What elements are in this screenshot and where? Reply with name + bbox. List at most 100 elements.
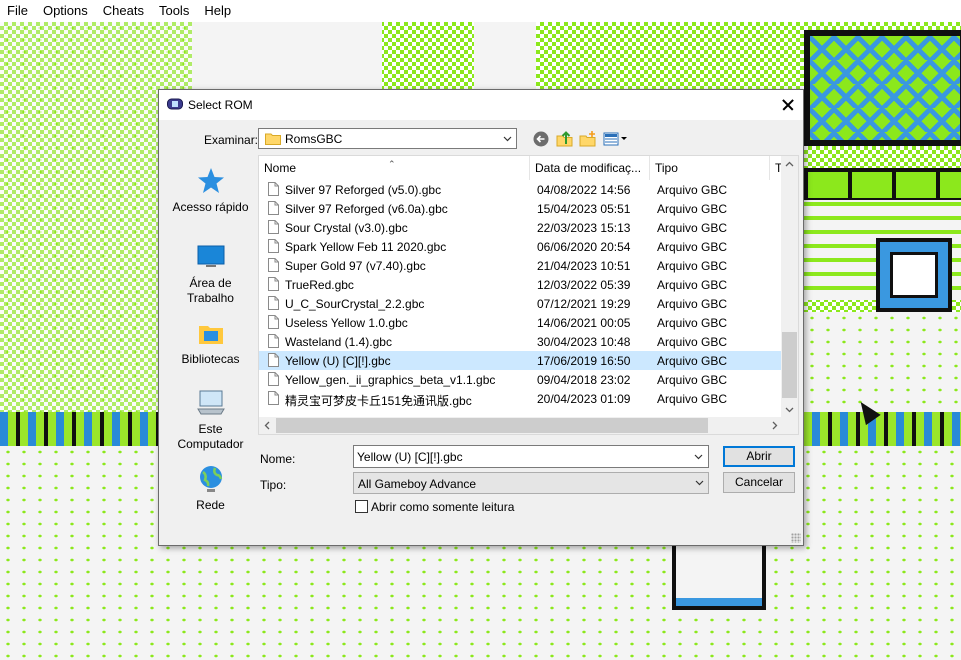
place-desktop[interactable]: Área de Trabalho [167,241,254,306]
file-name-cell: Useless Yellow 1.0.gbc [285,316,408,330]
file-type-value: All Gameboy Advance [358,477,477,491]
menu-options[interactable]: Options [36,0,96,22]
building-roof [804,30,961,146]
file-icon [268,239,279,253]
file-row[interactable]: 精灵宝可梦皮卡丘151免通讯版.gbc 20/04/2023 01:09 Arqui… [259,389,783,408]
read-only-label[interactable]: Abrir como somente leitura [371,500,514,514]
file-icon [268,315,279,329]
place-quick-access[interactable]: Acesso rápido [167,165,254,215]
file-type-cell: Arquivo GBC [657,240,728,254]
file-name-cell: U_C_SourCrystal_2.2.gbc [285,297,425,311]
cancel-button[interactable]: Cancelar [723,472,795,493]
read-only-checkbox[interactable] [355,500,368,513]
horizontal-scroll-thumb[interactable] [276,418,708,433]
path-tile [804,312,961,412]
column-header-label: Nome [264,161,297,175]
file-row[interactable]: U_C_SourCrystal_2.2.gbc 07/12/2021 19:29 A… [259,294,783,313]
computer-icon [196,390,225,415]
scroll-right-icon[interactable] [770,421,779,430]
chevron-down-icon[interactable] [694,452,703,461]
file-type-cell: Arquivo GBC [657,183,728,197]
file-row[interactable]: Super Gold 97 (v7.40).gbc 21/04/2023 10:5… [259,256,783,275]
file-row[interactable]: Wasteland (1.4).gbc 30/04/2023 10:48 Arqui… [259,332,783,351]
column-header-type[interactable]: Tipo [650,156,770,180]
vertical-scrollbar[interactable] [781,156,798,418]
file-name-label: Nome: [260,452,296,466]
open-button[interactable]: Abrir [723,446,795,467]
file-type-cell: Arquivo GBC [657,316,728,330]
back-arrow-icon[interactable] [532,130,552,148]
file-type-cell: Arquivo GBC [657,335,728,349]
chevron-down-icon [695,480,704,486]
file-date-cell: 07/12/2021 19:29 [537,297,631,311]
place-label: Este Computador [177,422,244,451]
file-row[interactable]: Yellow_gen._ii_graphics_beta_v1.1.gbc 09/… [259,370,783,389]
file-icon [268,391,279,405]
file-date-cell: 06/06/2020 20:54 [537,240,631,254]
file-icon [268,372,279,386]
file-date-cell: 12/03/2022 05:39 [537,278,631,292]
file-date-cell: 14/06/2021 00:05 [537,316,631,330]
file-name-cell: Yellow (U) [C][!].gbc [285,354,391,368]
file-type-cell: Arquivo GBC [657,259,728,273]
dialog-titlebar[interactable]: Select ROM [159,90,803,120]
file-row[interactable]: Yellow (U) [C][!].gbc 17/06/2019 16:50 Arq… [259,351,783,370]
file-name-input[interactable] [353,445,709,468]
libraries-icon [198,326,223,344]
file-date-cell: 30/04/2023 10:48 [537,335,631,349]
file-icon [268,296,279,310]
up-folder-icon[interactable] [555,130,575,148]
view-menu-icon[interactable] [602,130,630,148]
places-bar: Acesso rápido Área de Trabalho Bibliotec… [167,157,254,512]
file-icon [268,258,279,272]
file-type-cell: Arquivo GBC [657,392,728,406]
file-name-cell: TrueRed.gbc [285,278,354,292]
file-icon [268,220,279,234]
place-libraries[interactable]: Bibliotecas [167,317,254,367]
file-row[interactable]: Useless Yellow 1.0.gbc 14/06/2021 00:05 Ar… [259,313,783,332]
file-name-cell: Silver 97 Reforged (v5.0).gbc [285,183,442,197]
file-icon [268,201,279,215]
file-row[interactable]: Sour Crystal (v3.0).gbc 22/03/2023 15:13 A… [259,218,783,237]
file-type-label: Tipo: [260,478,287,492]
scroll-up-icon[interactable] [785,160,794,169]
scroll-left-icon[interactable] [263,421,272,430]
scroll-down-icon[interactable] [785,405,794,414]
file-row[interactable]: Spark Yellow Feb 11 2020.gbc 06/06/2020 2… [259,237,783,256]
file-icon [268,334,279,348]
file-date-cell: 22/03/2023 15:13 [537,221,631,235]
column-header-name[interactable]: Nome ⌃ [259,156,530,180]
file-type-cell: Arquivo GBC [657,221,728,235]
resize-grip[interactable] [791,533,801,543]
sign-post [672,542,766,610]
column-header-date[interactable]: Data de modificaç... [530,156,650,180]
menu-cheats[interactable]: Cheats [96,0,152,22]
path-tile [192,22,382,94]
menu-help[interactable]: Help [197,0,239,22]
place-this-pc[interactable]: Este Computador [167,387,254,452]
menu-file[interactable]: File [0,0,36,22]
file-date-cell: 20/04/2023 01:09 [537,392,631,406]
star-icon [197,168,224,193]
file-type-combo[interactable]: All Gameboy Advance [353,472,709,494]
close-button[interactable] [773,90,803,120]
file-row[interactable]: TrueRed.gbc 12/03/2022 05:39 Arquivo GBC [259,275,783,294]
file-list[interactable]: Nome ⌃ Data de modificaç... Tipo T Silve… [258,155,799,435]
new-folder-icon[interactable] [578,130,598,148]
file-row[interactable]: Silver 97 Reforged (v5.0).gbc 04/08/2022 … [259,180,783,199]
building-door [876,238,952,312]
file-date-cell: 04/08/2022 14:56 [537,183,631,197]
column-header-label: Data de modificaç... [535,161,642,175]
vertical-scroll-thumb[interactable] [782,332,797,398]
place-network[interactable]: Rede [167,463,254,513]
horizontal-scrollbar[interactable] [259,417,783,434]
file-name-cell: Wasteland (1.4).gbc [285,335,392,349]
file-type-cell: Arquivo GBC [657,354,728,368]
file-type-cell: Arquivo GBC [657,278,728,292]
gameboy-advance-icon [167,98,183,110]
file-row[interactable]: Silver 97 Reforged (v6.0a).gbc 15/04/2023… [259,199,783,218]
look-in-combo[interactable]: RomsGBC [258,128,517,149]
menu-tools[interactable]: Tools [152,0,197,22]
file-icon [268,277,279,291]
network-icon [199,466,222,492]
